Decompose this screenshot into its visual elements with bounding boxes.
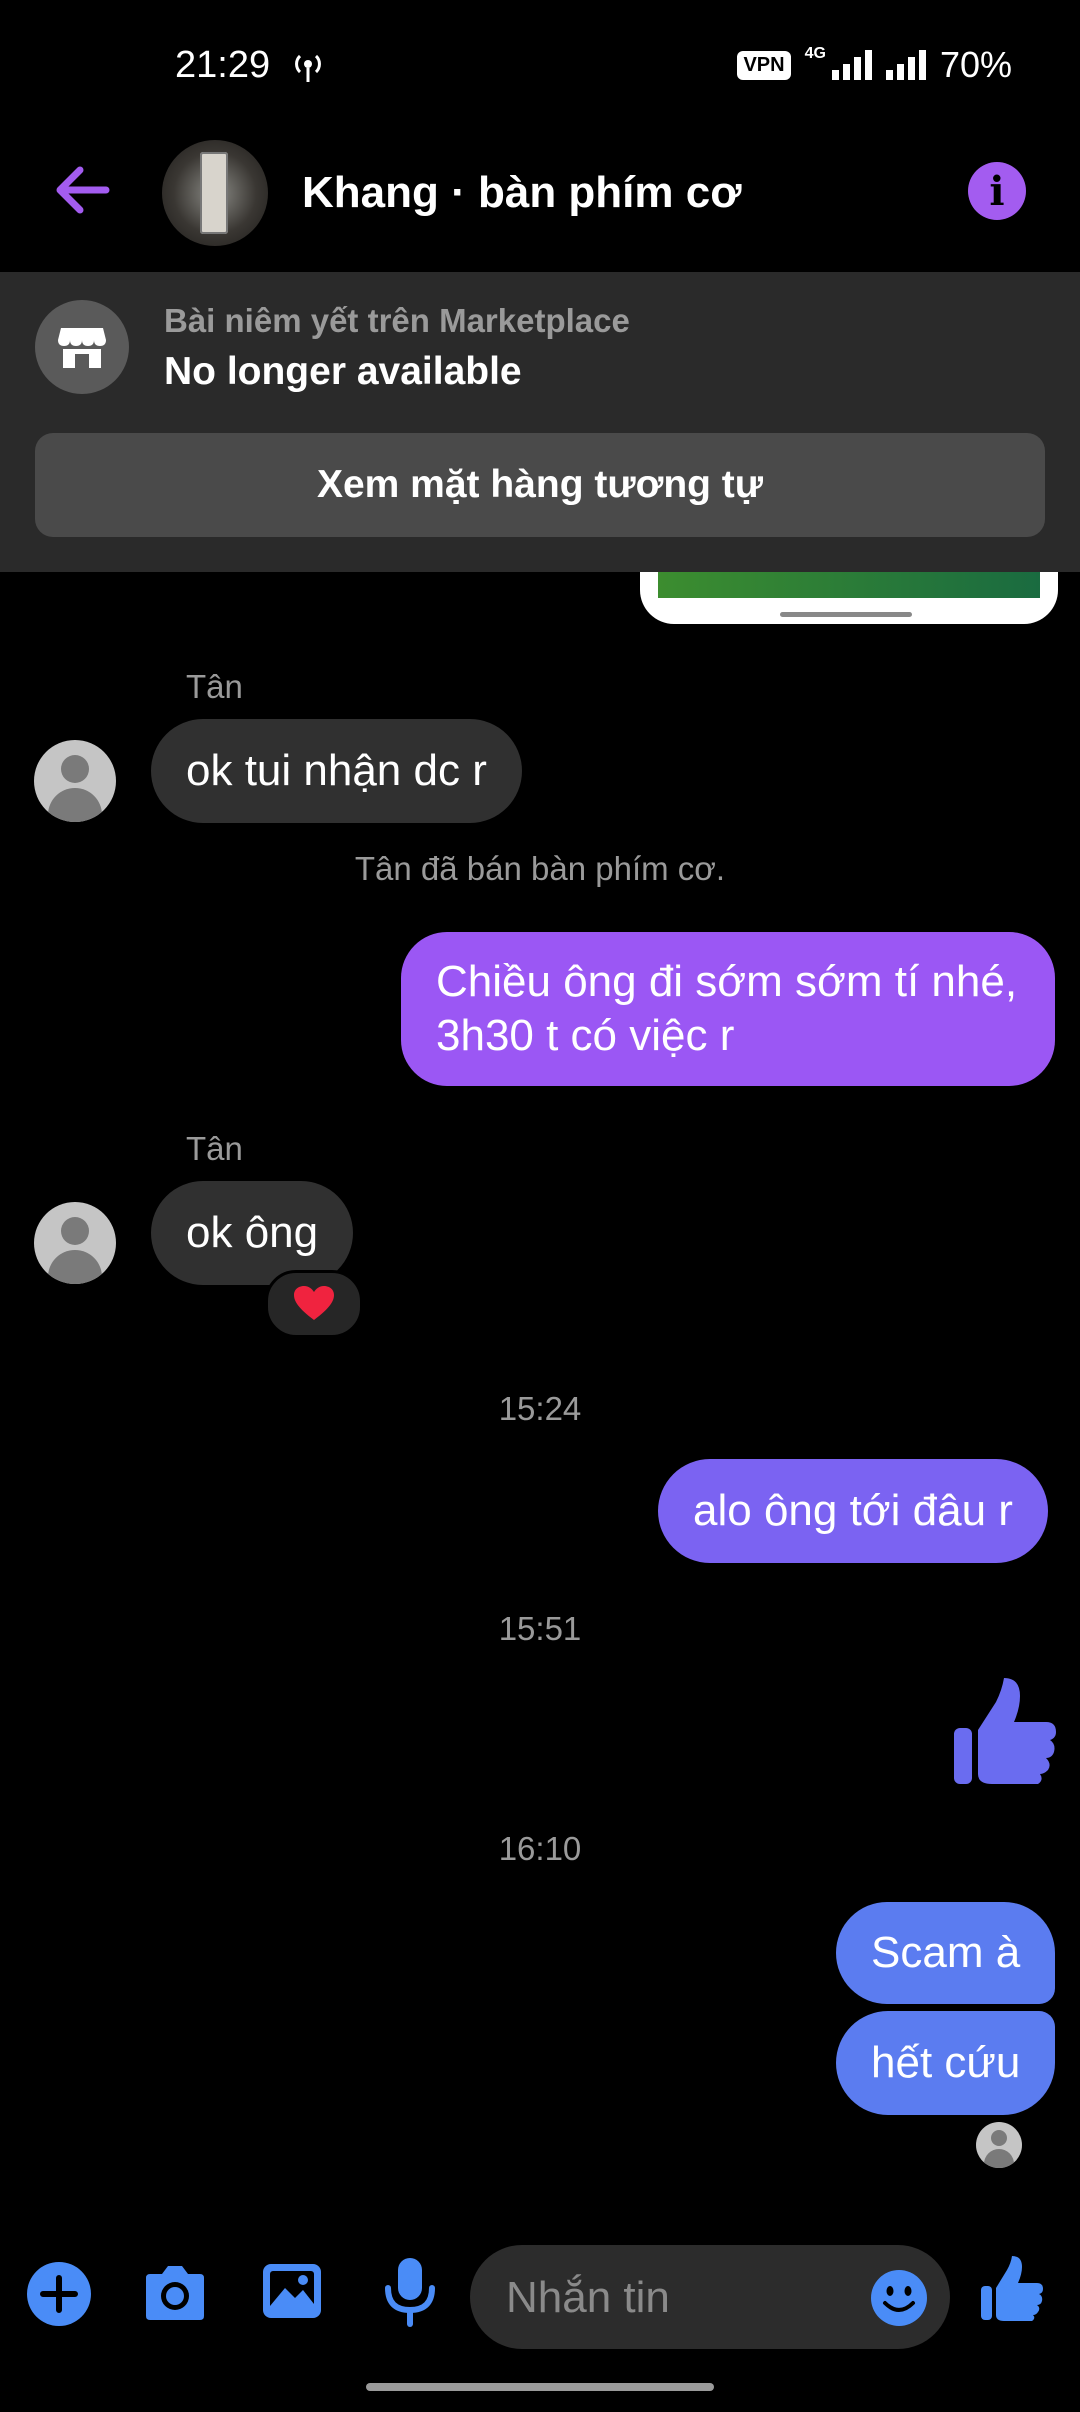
seen-avatar <box>976 2122 1022 2168</box>
status-right: VPN 4G 70% <box>737 44 1012 86</box>
network-type: 4G <box>804 45 826 62</box>
message-bubble-outgoing[interactable]: Scam à <box>836 1902 1056 2004</box>
system-message: Tân đã bán bàn phím cơ. <box>354 850 726 887</box>
home-indicator[interactable] <box>366 2383 714 2391</box>
signal-icon-2 <box>885 50 926 80</box>
keyboard-thumbnail <box>200 152 228 234</box>
microphone-icon[interactable] <box>382 2258 438 2328</box>
timestamp: 16:10 <box>498 1830 582 1867</box>
sender-name: Tân <box>186 1130 243 1167</box>
message-bubble-outgoing[interactable]: alo ông tới đâu r <box>658 1459 1048 1563</box>
emoji-icon[interactable] <box>870 2269 928 2327</box>
battery-percent: 70% <box>939 44 1012 85</box>
message-line: Chiều ông đi sớm sớm tí nhé, <box>436 957 1018 1006</box>
heart-reaction[interactable] <box>265 1270 363 1338</box>
image-icon[interactable] <box>261 2260 323 2322</box>
store-icon <box>35 300 129 394</box>
message-input[interactable] <box>504 2245 848 2351</box>
status-time: 21:29 <box>175 44 271 86</box>
avatar[interactable] <box>34 1202 116 1284</box>
image-attachment-partial[interactable] <box>640 572 1058 624</box>
message-composer[interactable] <box>470 2245 950 2351</box>
camera-icon[interactable] <box>142 2264 208 2322</box>
contact-avatar[interactable] <box>162 140 268 246</box>
signal-icon-1 <box>831 50 872 80</box>
thumbs-up-icon[interactable] <box>980 2256 1044 2322</box>
avatar[interactable] <box>34 740 116 822</box>
message-bubble-incoming[interactable]: ok tui nhận dc r <box>151 719 522 823</box>
marketplace-subtitle: Bài niêm yết trên Marketplace <box>164 302 630 339</box>
view-similar-items-button[interactable]: Xem mặt hàng tương tự <box>35 433 1045 537</box>
arrow-left-icon[interactable] <box>50 158 114 222</box>
message-line: 3h30 t có việc r <box>436 1011 735 1060</box>
vpn-badge: VPN <box>737 50 791 80</box>
info-icon[interactable]: i <box>968 162 1026 220</box>
plus-icon[interactable] <box>26 2261 92 2327</box>
thumbs-up-icon[interactable] <box>952 1678 1058 1786</box>
hotspot-icon <box>295 54 321 82</box>
chat-title[interactable]: Khang · bàn phím cơ <box>302 168 742 218</box>
message-bubble-outgoing[interactable]: Chiều ông đi sớm sớm tí nhé, 3h30 t có v… <box>401 932 1055 1086</box>
listing-status: No longer available <box>164 350 522 393</box>
message-bubble-outgoing[interactable]: hết cứu <box>836 2011 1056 2115</box>
status-bar: 21:29 VPN 4G 70% <box>0 0 1080 130</box>
sender-name: Tân <box>186 668 243 705</box>
timestamp: 15:51 <box>498 1610 582 1647</box>
timestamp: 15:24 <box>498 1390 582 1427</box>
heart-icon <box>294 1286 334 1320</box>
